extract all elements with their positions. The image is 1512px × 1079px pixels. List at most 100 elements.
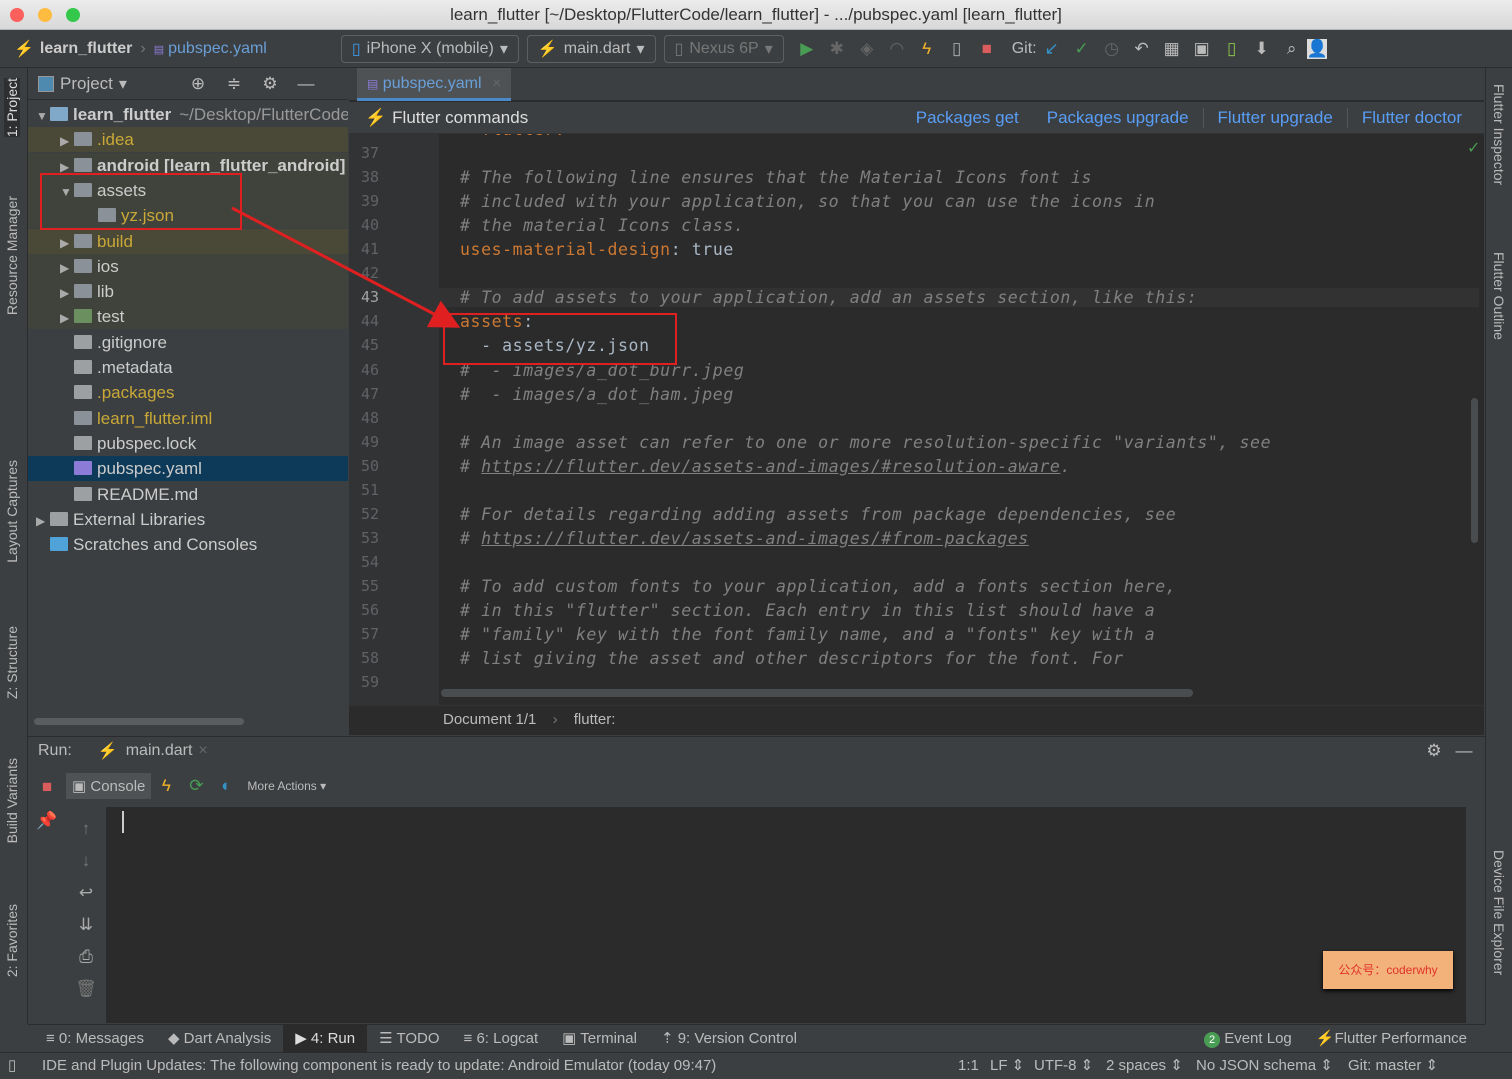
expand-arrow-icon[interactable]: ▼ bbox=[36, 104, 50, 127]
tool-flutter-performance[interactable]: ⚡Flutter Performance bbox=[1304, 1025, 1479, 1053]
close-tab-icon[interactable]: × bbox=[492, 75, 501, 92]
stripe-project[interactable]: 1: Project bbox=[4, 78, 20, 138]
code-line[interactable]: # included with your application, so tha… bbox=[460, 192, 1155, 211]
hot-restart-icon[interactable]: ⟳ bbox=[181, 776, 211, 796]
stop-icon[interactable]: ■ bbox=[972, 39, 1002, 59]
tree-item[interactable]: Scratches and Consoles bbox=[28, 532, 348, 557]
coverage-icon[interactable]: ◈ bbox=[852, 39, 882, 59]
packages-upgrade-link[interactable]: Packages upgrade bbox=[1047, 108, 1189, 128]
maximize-window-button[interactable] bbox=[66, 8, 80, 22]
nav-project[interactable]: learn_flutter bbox=[40, 40, 132, 58]
tab-pubspec-yaml[interactable]: ▤ pubspec.yaml × bbox=[357, 68, 512, 101]
tool-windows-toggle-icon[interactable]: ▯ bbox=[8, 1053, 16, 1079]
code-line[interactable]: # An image asset can refer to one or mor… bbox=[460, 433, 1271, 452]
tool-todo[interactable]: ☰ TODO bbox=[367, 1025, 451, 1053]
run-tab-main-dart[interactable]: main.dart bbox=[126, 742, 193, 760]
code-line[interactable]: # the material Icons class. bbox=[460, 216, 744, 235]
tree-item[interactable]: ▶ ios bbox=[28, 253, 348, 279]
search-icon[interactable]: ⌕ bbox=[1277, 39, 1307, 59]
hot-restart-icon[interactable]: ▯ bbox=[942, 39, 972, 59]
project-structure-icon[interactable]: ▦ bbox=[1157, 39, 1187, 59]
code-area[interactable]: 36 flutter: 37 38 # The following line ensu… bbox=[349, 134, 1484, 705]
flutter-doctor-link[interactable]: Flutter doctor bbox=[1362, 108, 1462, 128]
down-icon[interactable]: ↓ bbox=[68, 851, 104, 871]
console-output[interactable]: 公众号：coderwhy bbox=[106, 807, 1466, 1023]
tree-item[interactable]: ▼ learn_flutter ~/Desktop/FlutterCode/lear… bbox=[28, 102, 348, 127]
code-line[interactable]: # list giving the asset and other descri… bbox=[460, 649, 1124, 668]
stripe-favorites[interactable]: 2: Favorites bbox=[4, 904, 20, 977]
stripe-flutter-outline[interactable]: Flutter Outline bbox=[1491, 252, 1507, 340]
emulator-selector[interactable]: ▯ Nexus 6P ▾ bbox=[663, 35, 784, 63]
editor-horizontal-scrollbar[interactable] bbox=[441, 689, 1193, 697]
scroll-to-end-icon[interactable]: ⇊ bbox=[68, 915, 104, 935]
collapse-arrow-icon[interactable]: ▶ bbox=[60, 129, 74, 152]
git-branch[interactable]: Git: master ⇕ bbox=[1348, 1053, 1438, 1079]
code-line[interactable]: # For details regarding adding assets fr… bbox=[460, 505, 1176, 524]
nav-file[interactable]: pubspec.yaml bbox=[168, 40, 267, 58]
devtools-icon[interactable]: ◐ bbox=[211, 776, 241, 796]
hot-reload-icon[interactable]: ϟ bbox=[151, 776, 181, 796]
code-line[interactable]: # "family" key with the font family name… bbox=[460, 625, 1155, 644]
terminal-icon[interactable]: ▣ bbox=[1187, 39, 1217, 59]
debug-icon[interactable]: ✱ bbox=[822, 39, 852, 59]
collapse-arrow-icon[interactable]: ▶ bbox=[36, 509, 50, 532]
tree-item[interactable]: learn_flutter.iml bbox=[28, 406, 348, 431]
pin-icon[interactable]: 📌 bbox=[32, 811, 62, 831]
gear-icon[interactable]: ⚙ bbox=[1419, 741, 1449, 761]
code-link[interactable]: https://flutter.dev/assets-and-images/#r… bbox=[481, 457, 1060, 476]
code-link[interactable]: https://flutter.dev/assets-and-images/#f… bbox=[481, 529, 1029, 548]
avatar-icon[interactable]: 👤 bbox=[1306, 39, 1328, 59]
stripe-resource-manager[interactable]: Resource Manager bbox=[4, 196, 20, 315]
console-tab[interactable]: ▣ Console bbox=[66, 773, 152, 799]
code-line[interactable]: # https://flutter.dev/assets-and-images/… bbox=[460, 457, 1071, 476]
breadcrumb-flutter[interactable]: flutter: bbox=[574, 711, 616, 728]
avd-manager-icon[interactable]: ▯ bbox=[1217, 39, 1247, 59]
tool-dart-analysis[interactable]: ◆ Dart Analysis bbox=[156, 1025, 283, 1053]
collapse-arrow-icon[interactable]: ▶ bbox=[60, 281, 74, 304]
hot-reload-icon[interactable]: ϟ bbox=[912, 39, 942, 59]
status-message[interactable]: IDE and Plugin Updates: The following co… bbox=[42, 1053, 716, 1079]
tree-item[interactable]: .metadata bbox=[28, 355, 348, 380]
tool-version-control[interactable]: ⇡ 9: Version Control bbox=[649, 1025, 809, 1053]
profile-icon[interactable]: ◠ bbox=[882, 39, 912, 59]
code-line[interactable]: # To add custom fonts to your applicatio… bbox=[460, 577, 1176, 596]
tree-item[interactable]: pubspec.lock bbox=[28, 431, 348, 456]
tool-event-log[interactable]: 2 Event Log bbox=[1192, 1025, 1304, 1053]
collapse-all-icon[interactable]: ≑ bbox=[219, 74, 249, 94]
stripe-build-variants[interactable]: Build Variants bbox=[4, 758, 20, 843]
tree-item[interactable]: ▶ test bbox=[28, 304, 348, 330]
packages-get-link[interactable]: Packages get bbox=[916, 108, 1019, 128]
tree-item[interactable]: .packages bbox=[28, 380, 348, 405]
stripe-flutter-inspector[interactable]: Flutter Inspector bbox=[1491, 84, 1507, 185]
code-line[interactable]: # - images/a_dot_ham.jpeg bbox=[460, 385, 734, 404]
soft-wrap-icon[interactable]: ↩ bbox=[68, 883, 104, 903]
more-actions-dropdown[interactable]: More Actions ▾ bbox=[247, 779, 326, 793]
stripe-device-file-explorer[interactable]: Device File Explorer bbox=[1491, 850, 1507, 975]
tree-item[interactable]: pubspec.yaml bbox=[28, 456, 348, 482]
tool-run[interactable]: ▶ 4: Run bbox=[283, 1024, 368, 1053]
run-icon[interactable]: ▶ bbox=[792, 39, 822, 59]
git-update-icon[interactable]: ↙ bbox=[1037, 39, 1067, 59]
line-separator[interactable]: LF ⇕ bbox=[990, 1053, 1024, 1079]
json-schema[interactable]: No JSON schema ⇕ bbox=[1196, 1053, 1333, 1079]
stop-icon[interactable]: ■ bbox=[32, 777, 62, 797]
up-icon[interactable]: ↑ bbox=[68, 819, 104, 839]
project-view-selector[interactable]: Project bbox=[60, 74, 113, 94]
code-line[interactable]: # To add assets to your application, add… bbox=[439, 288, 1479, 308]
code-line[interactable]: # https://flutter.dev/assets-and-images/… bbox=[460, 529, 1029, 548]
file-encoding[interactable]: UTF-8 ⇕ bbox=[1034, 1053, 1093, 1079]
breadcrumb-document[interactable]: Document 1/1 bbox=[443, 711, 536, 728]
locate-icon[interactable]: ⊕ bbox=[183, 74, 213, 94]
minimize-window-button[interactable] bbox=[38, 8, 52, 22]
hide-icon[interactable]: — bbox=[1449, 741, 1479, 761]
code-line[interactable]: uses-material-design: true bbox=[460, 240, 734, 259]
gear-icon[interactable]: ⚙ bbox=[255, 74, 285, 94]
code-line[interactable]: flutter: bbox=[460, 134, 565, 139]
run-config-selector[interactable]: ⚡ main.dart ▾ bbox=[526, 35, 656, 63]
tool-logcat[interactable]: ≡ 6: Logcat bbox=[452, 1025, 551, 1053]
close-window-button[interactable] bbox=[10, 8, 24, 22]
close-tab-icon[interactable]: × bbox=[198, 742, 207, 760]
indent-setting[interactable]: 2 spaces ⇕ bbox=[1106, 1053, 1183, 1079]
collapse-arrow-icon[interactable]: ▶ bbox=[60, 231, 74, 254]
tree-item[interactable]: .gitignore bbox=[28, 330, 348, 355]
